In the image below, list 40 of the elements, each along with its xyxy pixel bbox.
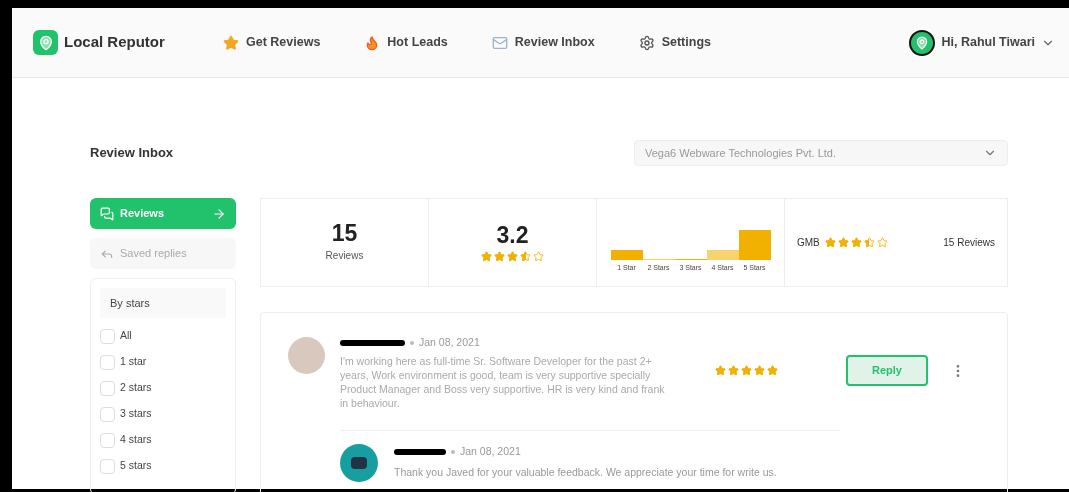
business-avatar-drawing (340, 443, 378, 482)
redacted-name (394, 448, 446, 455)
source-name: GMB (797, 236, 820, 250)
checkbox[interactable] (100, 380, 115, 396)
avatar-icon (909, 29, 936, 56)
checkbox[interactable] (100, 328, 115, 344)
review-count-label: Reviews (325, 249, 364, 263)
nav-link[interactable]: Hot Leads (364, 33, 448, 52)
logo-icon (33, 30, 58, 55)
checkbox-label: 2 stars (120, 380, 152, 396)
checkbox-label: All (120, 328, 132, 344)
review-date: Jan 08, 2021 (419, 335, 480, 350)
checkbox-label: 5 stars (120, 458, 152, 474)
arrow-right-icon (212, 206, 226, 221)
avatar-placeholder (288, 337, 325, 374)
checkbox[interactable] (100, 354, 115, 370)
reply-date: Jan 08, 2021 (460, 443, 521, 459)
checkbox[interactable] (100, 406, 115, 422)
reply-text: Thank you Javed for your valuable feedback. We appreciate your time for write us. (394, 464, 777, 480)
checkbox[interactable] (100, 458, 115, 474)
star-icon (223, 34, 239, 51)
checkbox[interactable] (100, 432, 115, 448)
envelope-icon (491, 34, 508, 51)
source-review-count: 15 Reviews (943, 236, 995, 250)
nav-link[interactable]: Review Inbox (491, 33, 595, 52)
checkbox-label: 4 stars (120, 432, 152, 448)
review-text: I'm working here as full-time Sr. Software Developer for the past 2+ years, Work environment is good, team is very supportive specially Product Manager and Boss very supportive. HR is very kind and frank in behaviour. (340, 353, 666, 410)
review-count: 15 (331, 222, 358, 245)
page-title: Review Inbox (90, 144, 174, 163)
redacted-name (340, 339, 405, 346)
settings-icon (638, 34, 655, 51)
nav-link[interactable]: Settings (638, 33, 711, 52)
average-rating: 3.2 (496, 223, 529, 247)
filter-title: By stars (100, 288, 226, 318)
brand-name: Local Reputor (64, 32, 165, 53)
checkbox-label: 1 star (120, 354, 147, 370)
checkbox-label: 3 stars (120, 406, 152, 422)
user-menu[interactable]: Hi, Rahul Tiwari (909, 29, 1055, 56)
chat-icon (100, 206, 114, 221)
nav-link[interactable]: Get Reviews (223, 33, 321, 52)
